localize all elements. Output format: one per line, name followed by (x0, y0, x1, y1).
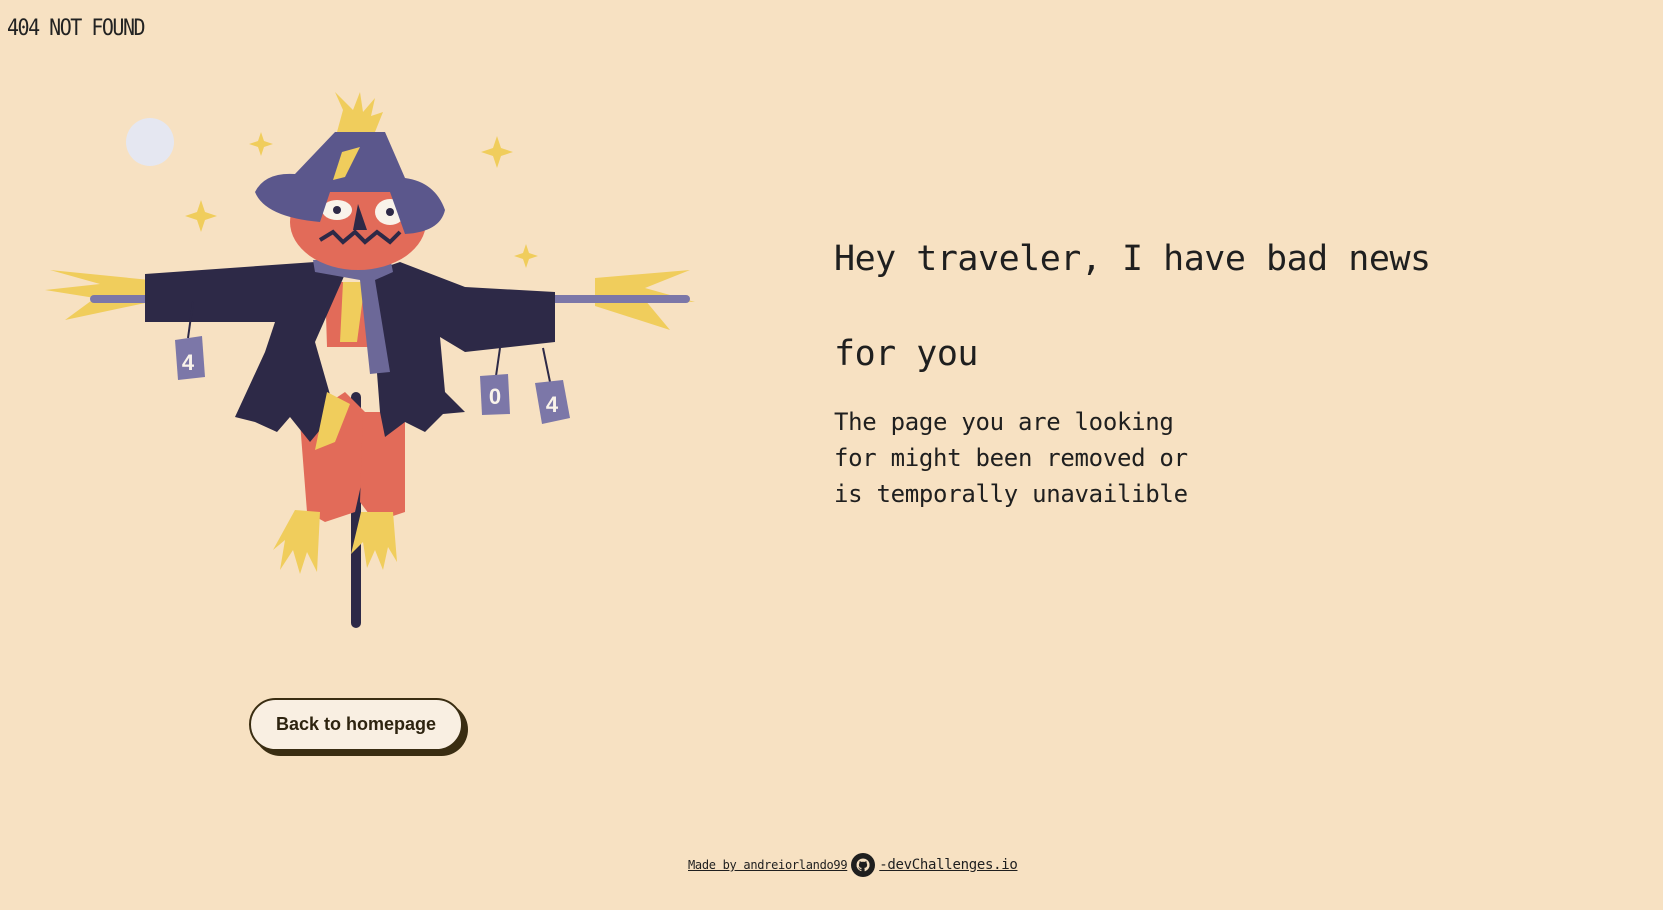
page-message: The page you are looking for might been … (834, 408, 1188, 508)
can-4-right: 4 (535, 380, 570, 424)
can-4-left: 4 (175, 336, 205, 380)
svg-text:4: 4 (182, 350, 195, 375)
scarecrow-illustration: 4 0 4 (45, 92, 695, 628)
github-icon[interactable] (851, 853, 876, 877)
svg-text:4: 4 (546, 392, 559, 417)
page-headline: Hey traveler, I have bad news for you (834, 239, 1431, 374)
author-link[interactable]: Made by andreiorlando99 (688, 858, 848, 872)
brand-title: 404 NOT FOUND (7, 14, 146, 41)
devchallenges-link[interactable]: -devChallenges.io (879, 857, 1018, 873)
svg-text:0: 0 (489, 384, 501, 409)
moon-icon (126, 118, 174, 166)
back-to-homepage-button[interactable]: Back to homepage (249, 698, 463, 751)
footer: Made by andreiorlando99 -devChallenges.i… (688, 853, 1018, 877)
can-0: 0 (480, 374, 510, 415)
